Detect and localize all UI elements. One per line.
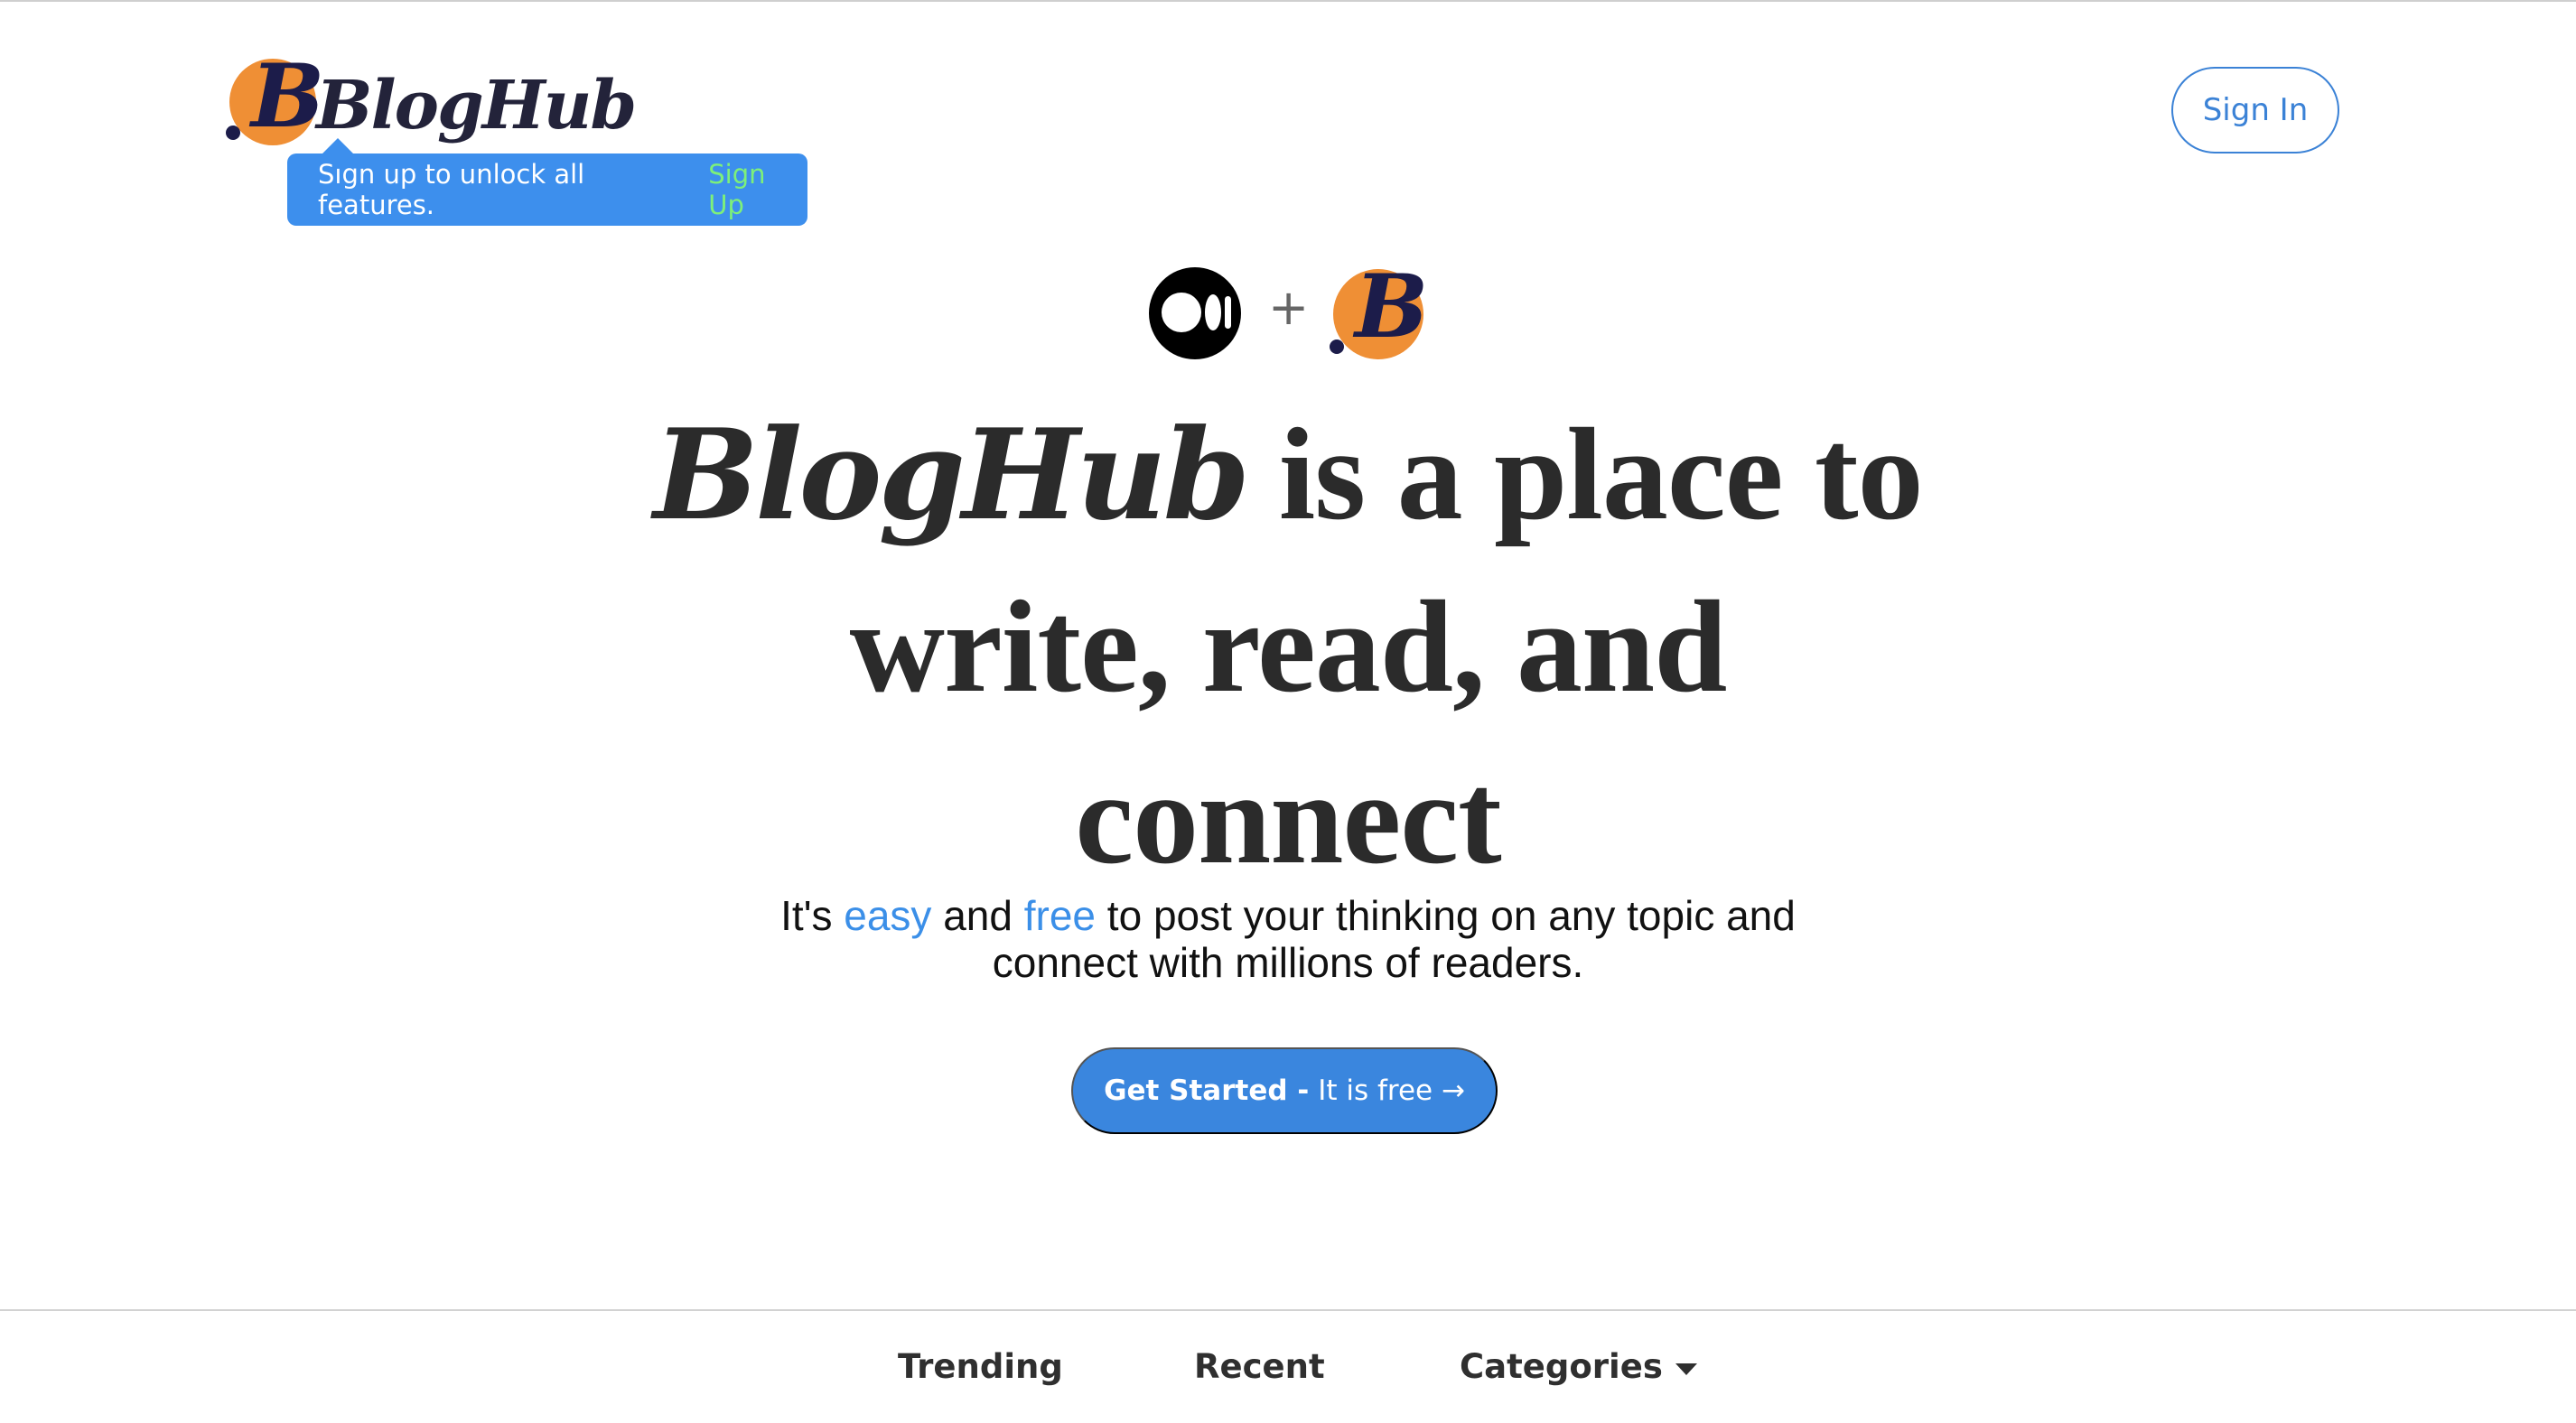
nav-trending[interactable]: Trending [898,1342,1063,1392]
signup-link[interactable]: Sign Up [708,159,807,220]
bloghub-logo-icon: B [1330,264,1428,361]
top-divider [0,0,2576,2]
hero-subtitle: It's easy and free to post your thinking… [723,892,1853,986]
nav-categories-label: Categories [1460,1347,1663,1386]
subtitle-text: to post your thinking on any topic and c… [992,892,1796,986]
subtitle-easy: easy [844,892,932,939]
tooltip-text: Sign up to unlock all features. [318,159,585,220]
signup-tooltip: Sign up to unlock all features. Sign Up [287,153,807,226]
bottom-nav: Trending Recent Categories [0,1342,2576,1392]
hero-icons: + B [1147,264,1428,361]
cta-sublabel: It is free → [1318,1074,1465,1107]
brand-name: BlogHub [316,67,637,144]
medium-logo-icon [1149,267,1241,359]
subtitle-text: It's [780,892,833,939]
get-started-button[interactable]: Get Started - It is free → [1071,1047,1498,1134]
bottom-divider [0,1309,2576,1311]
sign-in-button[interactable]: Sign In [2171,67,2339,153]
caret-down-icon [1675,1363,1697,1375]
bloghub-logo-icon: B [226,53,324,147]
page: B BlogHub Sign up to unlock all features… [0,0,2576,1423]
nav-recent[interactable]: Recent [1194,1342,1325,1392]
subtitle-text: and [943,892,1013,939]
subtitle-free: free [1023,892,1097,939]
header-logo[interactable]: B BlogHub [226,52,637,152]
hero-title: BlogHub is a place to write, read, and c… [632,388,1944,904]
plus-icon: + [1268,279,1310,336]
hero-title-brand: BlogHub [653,401,1250,548]
nav-categories[interactable]: Categories [1460,1342,1697,1392]
cta-label: Get Started - [1104,1074,1310,1107]
